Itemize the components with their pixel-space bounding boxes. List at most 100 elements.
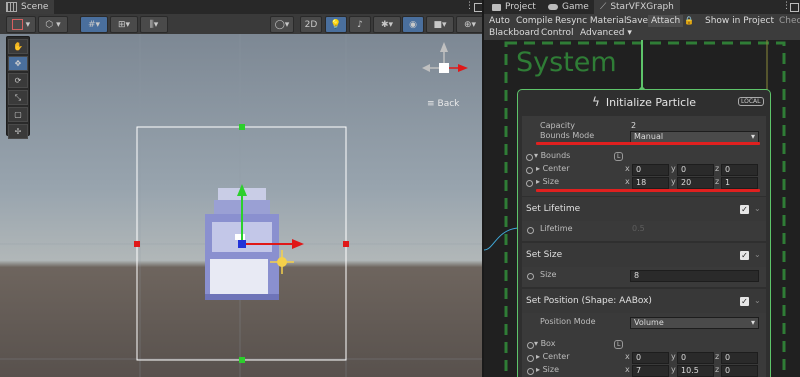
initialize-particle-node[interactable]: ϟ Initialize Particle LOCAL Capacity 2 B… bbox=[517, 89, 771, 377]
set-lifetime-block[interactable]: Set Lifetime ✓ ⌄ Lifetime 0.5 bbox=[522, 197, 766, 241]
set-position-header[interactable]: Set Position (Shape: AABox) bbox=[522, 289, 766, 313]
advanced-dropdown[interactable]: Advanced ▾ bbox=[577, 27, 635, 39]
lifetime-value[interactable]: 0.5 bbox=[632, 224, 645, 233]
set-position-block[interactable]: Set Position (Shape: AABox) ✓ ⌄ Position… bbox=[522, 289, 766, 377]
set-position-checkbox[interactable]: ✓ bbox=[740, 297, 749, 306]
center-port[interactable] bbox=[526, 167, 533, 174]
box-center-port[interactable] bbox=[527, 355, 534, 362]
camera-button[interactable]: ■ ▾ bbox=[426, 16, 454, 33]
gamepad-icon bbox=[548, 4, 558, 10]
bounds-port[interactable] bbox=[526, 154, 533, 161]
center-y-field[interactable]: 0 bbox=[677, 164, 714, 176]
tab-scene[interactable]: Scene bbox=[0, 0, 55, 14]
attach-button[interactable]: Attach bbox=[648, 15, 684, 27]
check-button[interactable]: Chec bbox=[776, 15, 800, 27]
box-port[interactable] bbox=[527, 342, 534, 349]
grid-snap-button[interactable]: # ▾ bbox=[80, 16, 108, 33]
lock-icon[interactable]: 🔒 bbox=[684, 16, 694, 25]
box-center-x-field[interactable]: 0 bbox=[632, 352, 669, 364]
show-in-project-button[interactable]: Show in Project bbox=[702, 15, 777, 27]
z-axis-label: z bbox=[715, 164, 720, 173]
hidden-objects-button[interactable]: ◉ bbox=[402, 16, 424, 33]
back-view-button[interactable]: ≡ Back bbox=[427, 99, 459, 109]
center-x-field[interactable]: 0 bbox=[632, 164, 669, 176]
center-z-field[interactable]: 0 bbox=[721, 164, 758, 176]
shading-button[interactable]: ◯ ▾ bbox=[270, 16, 294, 33]
lifetime-port[interactable] bbox=[527, 227, 534, 234]
capacity-label: Capacity bbox=[540, 121, 575, 130]
lighting-button[interactable]: 💡 bbox=[325, 16, 347, 33]
control-toggle[interactable]: Control bbox=[538, 27, 577, 39]
blackboard-toggle[interactable]: Blackboard bbox=[486, 27, 542, 39]
box-size-x-field[interactable]: 7 bbox=[632, 365, 669, 377]
box-center-z-field[interactable]: 0 bbox=[721, 352, 758, 364]
x-axis-label: x bbox=[625, 352, 630, 361]
size-label: Size bbox=[540, 270, 557, 279]
bounds-space-badge[interactable]: L bbox=[614, 152, 624, 161]
dropdown-arrow-icon: ▾ bbox=[750, 318, 755, 327]
rotation-snap-button[interactable]: ⫼ ▾ bbox=[140, 16, 168, 33]
box-center-label: ▸ Center bbox=[536, 352, 570, 361]
tab-project[interactable]: Project bbox=[486, 0, 542, 14]
scene-viewport[interactable]: ≡ Back bbox=[0, 34, 484, 377]
effects-icon: ✱ bbox=[380, 19, 389, 30]
menu-lines-icon: ≡ bbox=[427, 99, 435, 109]
set-size-block[interactable]: Set Size ✓ ⌄ Size 8 bbox=[522, 243, 766, 287]
resync-material-button[interactable]: Resync Material bbox=[552, 15, 629, 27]
effects-button[interactable]: ✱ ▾ bbox=[373, 16, 401, 33]
move-tool-icon[interactable]: ✥ bbox=[8, 56, 28, 71]
position-mode-label: Position Mode bbox=[540, 317, 596, 326]
compile-button[interactable]: Compile bbox=[513, 15, 556, 27]
hand-tool-icon[interactable]: ✋ bbox=[8, 39, 28, 54]
more-options-icon[interactable]: ⋮ bbox=[465, 1, 474, 11]
folder-icon bbox=[492, 3, 501, 11]
transform-tool-icon[interactable]: ✢ bbox=[8, 124, 28, 139]
audio-button[interactable]: ♪ bbox=[349, 16, 371, 33]
save-button[interactable]: Save bbox=[623, 15, 651, 27]
draw-mode-button[interactable]: ▾ bbox=[6, 16, 36, 33]
chevron-down-icon[interactable]: ⌄ bbox=[754, 296, 761, 305]
auto-toggle[interactable]: Auto bbox=[486, 15, 513, 27]
set-lifetime-header[interactable]: Set Lifetime bbox=[522, 197, 766, 221]
lifetime-label: Lifetime bbox=[540, 224, 573, 233]
size-y-field[interactable]: 20 bbox=[677, 177, 714, 189]
size-x-field[interactable]: 18 bbox=[632, 177, 669, 189]
node-header[interactable]: ϟ Initialize Particle bbox=[518, 90, 770, 114]
scene-panel: Scene ⋮ ▾ ⬡ ▾ # ▾ ⊞ ▾ ⫼ ▾ ◯ ▾ 2D 💡 ♪ ✱ ▾ ◉ ■ ▾… bbox=[0, 0, 484, 377]
snap-increment-button[interactable]: ⊞ ▾ bbox=[110, 16, 138, 33]
box-size-y-field[interactable]: 10.5 bbox=[677, 365, 714, 377]
box-space-badge[interactable]: L bbox=[614, 340, 624, 349]
scene-toolbar: ▾ ⬡ ▾ # ▾ ⊞ ▾ ⫼ ▾ ◯ ▾ 2D 💡 ♪ ✱ ▾ ◉ ■ ▾ ⊕ ▾ bbox=[0, 14, 484, 35]
capacity-value[interactable]: 2 bbox=[631, 121, 636, 130]
gizmos-button[interactable]: ⊕ ▾ bbox=[456, 16, 484, 33]
set-lifetime-checkbox[interactable]: ✓ bbox=[740, 205, 749, 214]
position-mode-dropdown[interactable]: Volume ▾ bbox=[630, 317, 759, 329]
node-settings: Capacity 2 Bounds Mode Manual ▾ ▾ Bounds… bbox=[522, 116, 766, 196]
rotate-tool-icon[interactable]: ⟳ bbox=[8, 73, 28, 88]
tab-game[interactable]: Game bbox=[542, 0, 595, 14]
tab-starvfxgraph[interactable]: ⟋ StarVFXGraph bbox=[594, 0, 680, 14]
box-size-z-field[interactable]: 0 bbox=[721, 365, 758, 377]
sphere-icon: ◯ bbox=[274, 19, 285, 30]
maximize-icon[interactable] bbox=[790, 3, 799, 12]
globe-icon: ⊕ bbox=[463, 19, 472, 30]
size-z-field[interactable]: 1 bbox=[721, 177, 758, 189]
scene-canvas bbox=[0, 34, 484, 377]
set-size-header[interactable]: Set Size bbox=[522, 243, 766, 267]
set-size-checkbox[interactable]: ✓ bbox=[740, 251, 749, 260]
chevron-down-icon[interactable]: ⌄ bbox=[754, 204, 761, 213]
size-port[interactable] bbox=[526, 180, 533, 187]
scale-tool-icon[interactable]: ⤡ bbox=[8, 90, 28, 105]
graph-toolbar: Auto Compile Resync Material Save Attach… bbox=[484, 14, 800, 40]
box-size-port[interactable] bbox=[527, 368, 534, 375]
rect-tool-icon[interactable]: ▢ bbox=[8, 107, 28, 122]
render-mode-button[interactable]: ⬡ ▾ bbox=[38, 16, 68, 33]
size-value-field[interactable]: 8 bbox=[630, 270, 759, 282]
orientation-gizmo bbox=[422, 42, 468, 73]
highlight-underline bbox=[536, 142, 760, 145]
size-port[interactable] bbox=[527, 273, 534, 280]
cube-icon: ⬡ bbox=[45, 19, 54, 30]
chevron-down-icon[interactable]: ⌄ bbox=[754, 250, 761, 259]
box-center-y-field[interactable]: 0 bbox=[677, 352, 714, 364]
toggle-2d-button[interactable]: 2D bbox=[300, 16, 322, 33]
